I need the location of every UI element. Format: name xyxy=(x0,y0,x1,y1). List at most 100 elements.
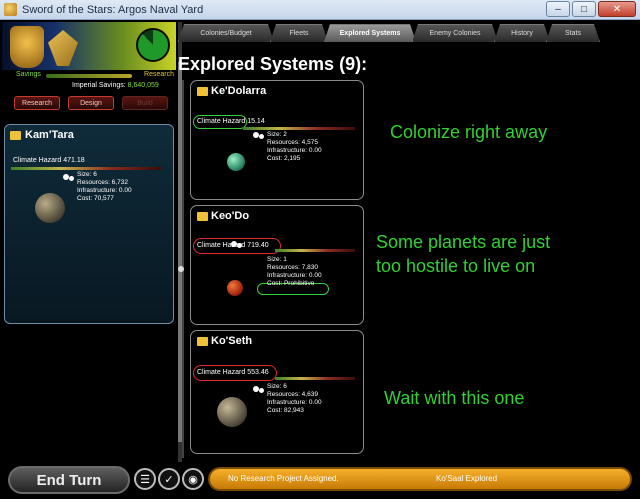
hazard-bar xyxy=(243,127,355,130)
app-icon xyxy=(4,3,17,16)
annotation-line: too hostile to live on xyxy=(376,256,536,276)
savings-research-slider[interactable]: Savings Research xyxy=(16,71,174,81)
climate-hazard-value: 719.40 xyxy=(247,242,269,249)
folder-icon xyxy=(197,337,208,346)
folder-icon xyxy=(197,212,208,221)
moons-icon xyxy=(253,385,267,393)
economy-pie[interactable] xyxy=(136,28,170,62)
system-card[interactable]: Keo'Do Climate Hazard 719.40 Size: 1 Res… xyxy=(190,205,364,325)
selected-system-card[interactable]: Kam'Tara Climate Hazard 471.18 Size: 6 R… xyxy=(4,124,174,324)
budget-slider[interactable] xyxy=(46,74,132,78)
window-title: Sword of the Stars: Argos Naval Yard xyxy=(22,4,204,16)
action-buttons: Research Design Build xyxy=(14,96,168,110)
climate-hazard: Climate Hazard 553.46 xyxy=(197,369,269,376)
stat-resources: Resources: 7,830 xyxy=(267,264,318,271)
research-button[interactable]: Research xyxy=(14,96,60,110)
tab-colonies-budget[interactable]: Colonies/Budget xyxy=(178,24,274,42)
system-card[interactable]: Ke'Dolarra Climate Hazard 15.14 Size: 2 … xyxy=(190,80,364,200)
tab-stats[interactable]: Stats xyxy=(546,24,600,42)
close-button[interactable]: ✕ xyxy=(598,1,636,17)
annotation-line: Wait with this one xyxy=(384,388,525,408)
savings-label: Savings xyxy=(16,71,41,78)
title-bar: Sword of the Stars: Argos Naval Yard – □… xyxy=(0,0,640,20)
moons-icon xyxy=(63,173,77,181)
stat-size: Size: 1 xyxy=(267,256,287,263)
scroll-handle[interactable] xyxy=(178,266,184,272)
end-turn-button[interactable]: End Turn xyxy=(8,466,130,494)
system-stats: Size: 1 Resources: 7,830 Infrastructure:… xyxy=(267,256,322,288)
systems-scrollbar[interactable] xyxy=(178,80,188,458)
planet-icon[interactable] xyxy=(35,193,65,223)
climate-hazard-value: 553.46 xyxy=(247,369,269,376)
annotation-line: Colonize right away xyxy=(390,122,548,142)
event-status[interactable]: Ko'Saal Explored xyxy=(436,474,497,483)
tab-explored-systems[interactable]: Explored Systems xyxy=(324,24,416,42)
system-name: Kam'Tara xyxy=(25,129,74,141)
annotation: Colonize right away xyxy=(390,120,547,144)
page-title: Explored Systems (9): xyxy=(178,54,368,74)
climate-hazard: Climate Hazard 471.18 xyxy=(13,157,85,164)
maximize-button[interactable]: □ xyxy=(572,1,596,17)
left-panel: Savings Research Imperial Savings: 8,640… xyxy=(2,22,176,462)
imperial-savings-label: Imperial Savings: xyxy=(72,82,126,89)
planet-icon[interactable] xyxy=(217,397,247,427)
chat-icon[interactable]: ☰ xyxy=(134,468,156,490)
system-name: Keo'Do xyxy=(211,210,250,222)
annotation-line: Some planets are just xyxy=(376,232,551,252)
stat-cost: Cost: 70,577 xyxy=(77,195,114,202)
check-icon[interactable]: ✓ xyxy=(158,468,180,490)
tab-enemy-colonies[interactable]: Enemy Colonies xyxy=(412,24,498,42)
stat-resources: Resources: 4,575 xyxy=(267,139,318,146)
status-bar: No Research Project Assigned. Ko'Saal Ex… xyxy=(208,467,632,491)
hazard-bar xyxy=(11,167,161,170)
stat-size: Size: 2 xyxy=(267,131,287,138)
tab-bar: Colonies/Budget Fleets Explored Systems … xyxy=(178,24,640,44)
stat-infrastructure: Infrastructure: 0.00 xyxy=(267,399,322,406)
stat-cost: Cost: Prohibitive xyxy=(267,280,315,287)
system-name: Ko'Seth xyxy=(211,335,253,347)
target-icon[interactable]: ◉ xyxy=(182,468,204,490)
climate-hazard-label: Climate Hazard xyxy=(197,118,246,125)
moons-icon xyxy=(231,240,245,248)
stat-resources: Resources: 4,639 xyxy=(267,391,318,398)
stat-cost: Cost: 82,943 xyxy=(267,407,304,414)
imperial-savings-value: 8,640,059 xyxy=(127,82,159,89)
stat-size: Size: 6 xyxy=(267,383,287,390)
climate-hazard-label: Climate Hazard xyxy=(197,369,246,376)
stat-resources: Resources: 6,732 xyxy=(77,179,128,186)
climate-hazard-label: Climate Hazard xyxy=(13,157,62,164)
research-status: No Research Project Assigned. xyxy=(228,474,339,483)
build-button[interactable]: Build xyxy=(122,96,168,110)
system-stats: Size: 6 Resources: 6,732 Infrastructure:… xyxy=(77,171,132,203)
stat-infrastructure: Infrastructure: 0.00 xyxy=(267,147,322,154)
climate-hazard-value: 471.18 xyxy=(63,157,85,164)
planet-icon[interactable] xyxy=(227,153,245,171)
imperial-savings: Imperial Savings: 8,640,059 xyxy=(72,82,159,89)
system-stats: Size: 2 Resources: 4,575 Infrastructure:… xyxy=(267,131,322,163)
system-card[interactable]: Ko'Seth Climate Hazard 553.46 Size: 6 Re… xyxy=(190,330,364,454)
moons-icon xyxy=(253,131,267,139)
annotation: Some planets are just too hostile to liv… xyxy=(376,230,550,278)
window-controls: – □ ✕ xyxy=(546,1,636,17)
climate-hazard: Climate Hazard 15.14 xyxy=(197,118,265,125)
system-stats: Size: 6 Resources: 4,639 Infrastructure:… xyxy=(267,383,322,415)
tab-fleets[interactable]: Fleets xyxy=(270,24,328,42)
climate-hazard-value: 15.14 xyxy=(247,118,265,125)
hazard-bar xyxy=(275,249,355,252)
system-name: Ke'Dolarra xyxy=(211,85,267,97)
stat-cost: Cost: 2,195 xyxy=(267,155,301,162)
stat-infrastructure: Infrastructure: 0.00 xyxy=(77,187,132,194)
folder-icon xyxy=(10,131,21,140)
bottom-bar: End Turn ☰ ✓ ◉ No Research Project Assig… xyxy=(0,462,640,499)
design-button[interactable]: Design xyxy=(68,96,114,110)
tab-history[interactable]: History xyxy=(494,24,550,42)
crest-icon xyxy=(10,26,44,68)
hazard-bar xyxy=(275,377,355,380)
minimize-button[interactable]: – xyxy=(546,1,570,17)
folder-icon xyxy=(197,87,208,96)
research-label: Research xyxy=(144,71,174,78)
stat-infrastructure: Infrastructure: 0.00 xyxy=(267,272,322,279)
annotation: Wait with this one xyxy=(384,386,524,410)
planet-icon[interactable] xyxy=(227,280,243,296)
stat-size: Size: 6 xyxy=(77,171,97,178)
